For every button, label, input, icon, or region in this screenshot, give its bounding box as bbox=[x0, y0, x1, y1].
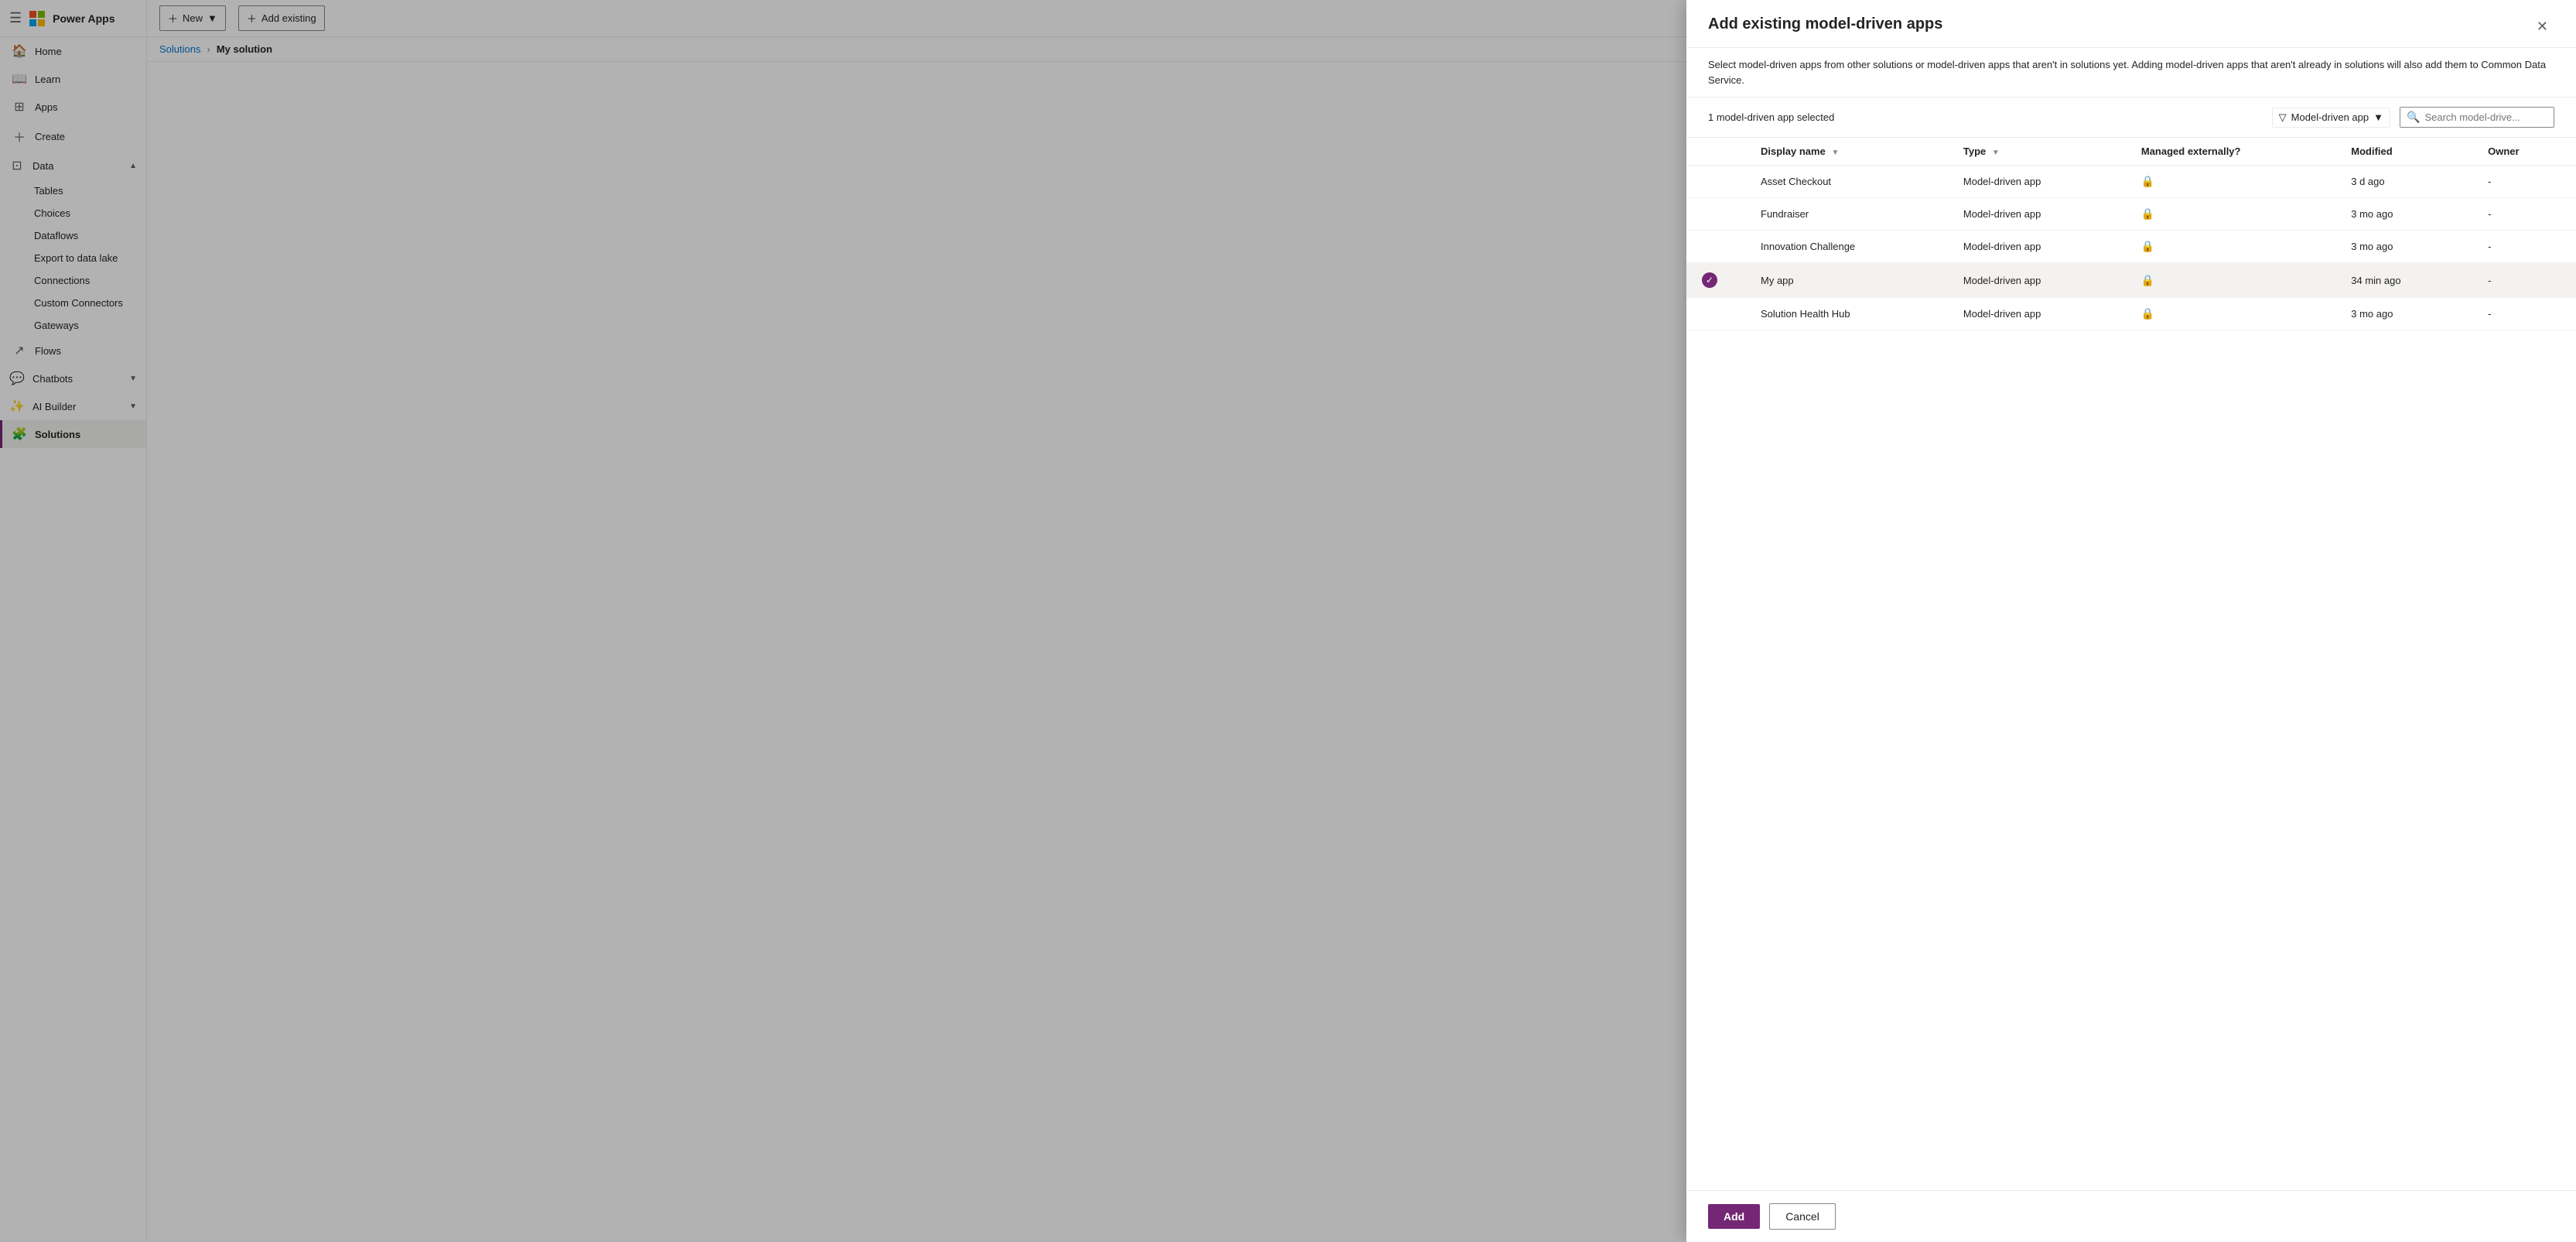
sort-type-icon: ▼ bbox=[1992, 149, 2000, 157]
panel-toolbar-right: ▽ Model-driven app ▼ 🔍 bbox=[2272, 107, 2554, 128]
check-circle-icon: ✓ bbox=[1702, 272, 1717, 288]
panel-footer: Add Cancel bbox=[1686, 1190, 2576, 1242]
lock-icon: 🔒 bbox=[2141, 175, 2154, 187]
row-owner: - bbox=[2466, 263, 2576, 298]
row-type: Model-driven app bbox=[1942, 263, 2120, 298]
panel-table: Display name ▼ Type ▼ Managed externally… bbox=[1686, 138, 2576, 1190]
row-display-name: Asset Checkout bbox=[1739, 166, 1942, 198]
panel-description: Select model-driven apps from other solu… bbox=[1686, 48, 2576, 98]
table-body: Asset Checkout Model-driven app 🔒 3 d ag… bbox=[1686, 166, 2576, 330]
row-modified: 3 mo ago bbox=[2329, 298, 2466, 330]
table-row[interactable]: ✓ My app Model-driven app 🔒 34 min ago - bbox=[1686, 263, 2576, 298]
row-managed: 🔒 bbox=[2120, 298, 2329, 330]
table-header-row: Display name ▼ Type ▼ Managed externally… bbox=[1686, 138, 2576, 166]
lock-icon: 🔒 bbox=[2141, 240, 2154, 252]
lock-icon: 🔒 bbox=[2141, 207, 2154, 220]
row-type: Model-driven app bbox=[1942, 166, 2120, 198]
table-row[interactable]: Asset Checkout Model-driven app 🔒 3 d ag… bbox=[1686, 166, 2576, 198]
panel-close-button[interactable]: ✕ bbox=[2530, 15, 2554, 38]
row-display-name: Innovation Challenge bbox=[1739, 231, 1942, 263]
row-managed: 🔒 bbox=[2120, 263, 2329, 298]
col-managed: Managed externally? bbox=[2120, 138, 2329, 166]
row-modified: 3 mo ago bbox=[2329, 198, 2466, 231]
row-display-name: Solution Health Hub bbox=[1739, 298, 1942, 330]
search-input[interactable] bbox=[2424, 111, 2561, 123]
table-row[interactable]: Fundraiser Model-driven app 🔒 3 mo ago - bbox=[1686, 198, 2576, 231]
col-owner: Owner bbox=[2466, 138, 2576, 166]
row-modified: 34 min ago bbox=[2329, 263, 2466, 298]
selected-count: 1 model-driven app selected bbox=[1708, 111, 1834, 123]
row-check-cell bbox=[1686, 231, 1739, 263]
col-check bbox=[1686, 138, 1739, 166]
row-owner: - bbox=[2466, 198, 2576, 231]
filter-button[interactable]: ▽ Model-driven app ▼ bbox=[2272, 108, 2390, 128]
row-managed: 🔒 bbox=[2120, 198, 2329, 231]
table-row[interactable]: Solution Health Hub Model-driven app 🔒 3… bbox=[1686, 298, 2576, 330]
row-check-cell bbox=[1686, 198, 1739, 231]
row-managed: 🔒 bbox=[2120, 231, 2329, 263]
add-button[interactable]: Add bbox=[1708, 1204, 1760, 1229]
panel-header: Add existing model-driven apps ✕ bbox=[1686, 0, 2576, 48]
row-modified: 3 mo ago bbox=[2329, 231, 2466, 263]
sort-display-name-icon: ▼ bbox=[1831, 149, 1839, 157]
row-type: Model-driven app bbox=[1942, 298, 2120, 330]
search-box: 🔍 bbox=[2400, 107, 2554, 128]
col-display-name[interactable]: Display name ▼ bbox=[1739, 138, 1942, 166]
row-check-cell bbox=[1686, 166, 1739, 198]
row-display-name: My app bbox=[1739, 263, 1942, 298]
col-type[interactable]: Type ▼ bbox=[1942, 138, 2120, 166]
filter-icon: ▽ bbox=[2279, 111, 2287, 124]
panel-title: Add existing model-driven apps bbox=[1708, 15, 1942, 33]
row-check-cell: ✓ bbox=[1686, 263, 1739, 298]
row-managed: 🔒 bbox=[2120, 166, 2329, 198]
filter-chevron-icon: ▼ bbox=[2373, 111, 2383, 123]
row-type: Model-driven app bbox=[1942, 231, 2120, 263]
col-modified: Modified bbox=[2329, 138, 2466, 166]
row-owner: - bbox=[2466, 298, 2576, 330]
panel-toolbar: 1 model-driven app selected ▽ Model-driv… bbox=[1686, 98, 2576, 138]
table-row[interactable]: Innovation Challenge Model-driven app 🔒 … bbox=[1686, 231, 2576, 263]
search-icon: 🔍 bbox=[2407, 111, 2420, 124]
row-modified: 3 d ago bbox=[2329, 166, 2466, 198]
row-check-cell bbox=[1686, 298, 1739, 330]
row-owner: - bbox=[2466, 166, 2576, 198]
lock-icon: 🔒 bbox=[2141, 274, 2154, 286]
add-existing-panel: Add existing model-driven apps ✕ Select … bbox=[1686, 0, 2576, 1242]
lock-icon: 🔒 bbox=[2141, 307, 2154, 320]
apps-table: Display name ▼ Type ▼ Managed externally… bbox=[1686, 138, 2576, 330]
row-owner: - bbox=[2466, 231, 2576, 263]
row-display-name: Fundraiser bbox=[1739, 198, 1942, 231]
row-type: Model-driven app bbox=[1942, 198, 2120, 231]
cancel-button[interactable]: Cancel bbox=[1769, 1203, 1836, 1230]
